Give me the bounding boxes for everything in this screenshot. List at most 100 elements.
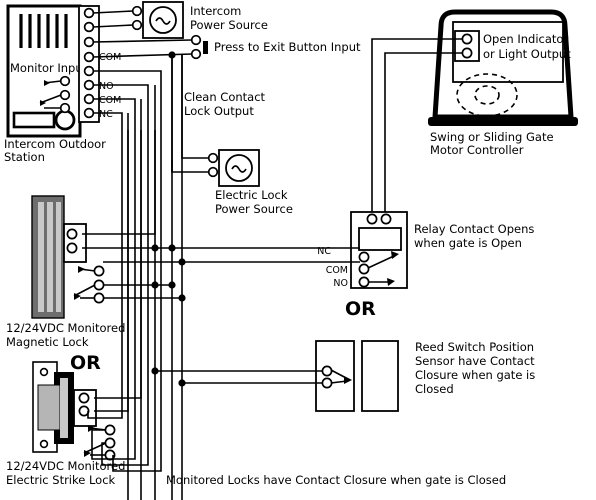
maglock-stripe-1 <box>38 202 44 312</box>
controller-caption-line2: Motor Controller <box>430 143 524 157</box>
relay-terminal-com[interactable] <box>358 263 370 275</box>
gate-motor-controller: Open Indicator or Light Output Swing or … <box>428 9 578 157</box>
electric-lock-power-line1: Electric Lock <box>215 188 288 202</box>
junction-b3 <box>178 294 186 302</box>
wire-bus <box>82 51 360 500</box>
wire-strike-pwr-1 <box>94 130 142 399</box>
junction-pte <box>168 51 176 59</box>
clean-contact-line2: Lock Output <box>184 104 254 118</box>
press-to-exit-button-icon[interactable] <box>203 41 208 54</box>
intercom-power-label-line1: Intercom <box>190 4 241 18</box>
press-to-exit-input: Press to Exit Button Input <box>92 34 361 60</box>
junction-c1 <box>151 367 159 375</box>
intercom-terminal-3[interactable] <box>83 36 95 48</box>
relay-coil-block <box>358 227 402 251</box>
or-label-right: OR <box>345 298 376 320</box>
clean-contact-line1: Clean Contact <box>184 90 266 104</box>
junction-a1 <box>151 244 159 252</box>
terminal-label-no: NO <box>99 81 114 92</box>
intercom-terminal-4[interactable] <box>83 51 95 63</box>
electric-strike-lock: 12/24VDC Monitored Electric Strike Lock <box>6 361 125 487</box>
reed-note-line4: Closed <box>415 382 454 396</box>
intercom-terminal-8-nc[interactable] <box>83 107 95 119</box>
junction-b2 <box>168 281 176 289</box>
junction-b1 <box>151 281 159 289</box>
reed-note-line2: Sensor have Contact <box>415 354 535 368</box>
intercom-terminal-7-com[interactable] <box>83 93 95 105</box>
or-label-left: OR <box>70 352 101 374</box>
intercom-power-terminal-2[interactable] <box>131 19 143 31</box>
strike-screw-top <box>39 367 49 377</box>
footer-note: Monitored Locks have Contact Closure whe… <box>166 473 506 487</box>
monitor-contact-top <box>59 75 71 87</box>
intercom-caption-line2: Station <box>4 150 45 164</box>
controller-caption-line1: Swing or Sliding Gate <box>430 130 554 144</box>
maglock-contact-bot[interactable] <box>93 292 105 304</box>
strike-caption-line1: 12/24VDC Monitored <box>6 459 125 473</box>
monitor-contact-bot <box>59 102 71 114</box>
wiring-diagram-canvas: Monitor Input COM NO COM NC Intercom Out… <box>0 0 596 500</box>
open-indicator-terminal-1[interactable] <box>461 33 473 45</box>
reed-terminal-1[interactable] <box>321 365 333 377</box>
strike-screw-bottom <box>39 439 49 449</box>
maglock-arrow-upper <box>78 266 85 273</box>
relay-label-com: COM <box>326 265 348 276</box>
relay-label-no: NO <box>333 278 348 289</box>
electric-lock-power-terminal-2[interactable] <box>207 166 219 178</box>
maglock-caption-line1: 12/24VDC Monitored <box>6 321 125 335</box>
relay-coil-terminal-1[interactable] <box>366 213 378 225</box>
open-indicator-line2: or Light Output <box>483 47 571 61</box>
reed-note-line1: Reed Switch Position <box>415 340 534 354</box>
strike-terminal-power-1[interactable] <box>78 392 90 404</box>
reed-switch-magnet <box>361 340 399 412</box>
reed-note-line3: Closure when gate is <box>415 368 535 382</box>
intercom-terminal-2[interactable] <box>83 21 95 33</box>
relay-terminal-nc[interactable] <box>358 251 370 263</box>
relay-terminal-no[interactable] <box>358 276 370 288</box>
intercom-terminal-1[interactable] <box>83 7 95 19</box>
intercom-caption-line1: Intercom Outdoor <box>4 137 106 151</box>
wire-lockpwr-feed-b <box>171 160 209 173</box>
intercom-power-label-line2: Power Source <box>190 18 268 32</box>
terminal-label-com-bottom: COM <box>99 95 121 106</box>
monitor-contact-mid <box>59 89 71 101</box>
maglock-contact-top[interactable] <box>93 265 105 277</box>
nameplate <box>12 111 56 129</box>
maglock-terminal-power-1[interactable] <box>66 228 78 240</box>
call-button-icon[interactable] <box>54 109 76 131</box>
terminal-label-nc: NC <box>99 109 113 120</box>
relay-contact-module: NC COM NO Relay Contact Opens when gate … <box>317 211 534 289</box>
press-to-exit-terminal-1[interactable] <box>190 34 202 46</box>
intercom-power-source: Intercom Power Source <box>92 1 268 39</box>
open-indicator-line1: Open Indicator <box>483 32 568 46</box>
electric-lock-power-terminal-1[interactable] <box>207 152 219 164</box>
maglock-contact-mid[interactable] <box>93 279 105 291</box>
maglock-caption-line2: Magnetic Lock <box>6 335 89 349</box>
relay-note-line2: when gate is Open <box>414 236 522 250</box>
maglock-stripe-2 <box>47 202 53 312</box>
junction-a3 <box>178 258 186 266</box>
magnetic-lock: 12/24VDC Monitored Magnetic Lock <box>6 195 125 349</box>
controller-base <box>428 117 578 126</box>
intercom-terminal-6-no[interactable] <box>83 79 95 91</box>
strike-latch <box>60 378 68 438</box>
monitor-input-label: Monitor Input <box>10 61 88 75</box>
relay-note-line1: Relay Contact Opens <box>414 222 534 236</box>
intercom-power-terminal-1[interactable] <box>131 5 143 17</box>
maglock-terminal-power-2[interactable] <box>66 242 78 254</box>
strike-contact-top[interactable] <box>104 424 116 436</box>
relay-coil-terminal-2[interactable] <box>380 213 392 225</box>
reed-switch-sensor: Reed Switch Position Sensor have Contact… <box>315 340 535 412</box>
reed-switch-body <box>315 340 355 412</box>
electric-lock-power-source: Electric Lock Power Source <box>207 149 293 216</box>
reed-terminal-2[interactable] <box>321 377 333 389</box>
maglock-stripe-3 <box>56 202 61 312</box>
press-to-exit-label: Press to Exit Button Input <box>214 40 361 54</box>
junction-a2 <box>168 244 176 252</box>
wire-pte-1 <box>92 39 193 43</box>
press-to-exit-terminal-2[interactable] <box>190 48 202 60</box>
intercom-terminal-5-com[interactable] <box>83 65 95 77</box>
strike-contact-mid[interactable] <box>104 437 116 449</box>
clean-contact-lock-output-label: Clean Contact Lock Output <box>184 90 266 118</box>
open-indicator-terminal-2[interactable] <box>461 47 473 59</box>
